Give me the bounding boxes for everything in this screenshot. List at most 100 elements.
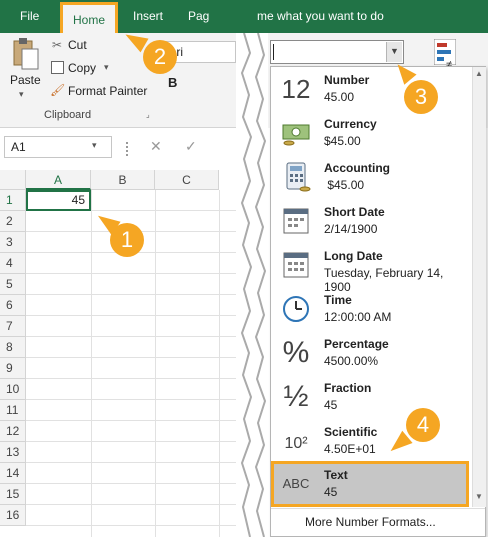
paste-icon[interactable] (10, 37, 40, 71)
row-header[interactable]: 16 (0, 505, 26, 526)
row-header[interactable]: 4 (0, 253, 26, 274)
column-header-b[interactable]: B (91, 170, 155, 190)
column-header-c[interactable]: C (155, 170, 219, 190)
format-sample: 12:00:00 AM (324, 310, 392, 324)
scroll-up-icon[interactable]: ▲ (475, 69, 483, 78)
copy-dropdown-chevron-icon[interactable]: ▾ (104, 62, 109, 73)
number-format-combobox[interactable] (270, 40, 404, 64)
text-abc-icon: ABC (282, 476, 310, 491)
percent-icon: % (282, 336, 310, 369)
torn-edge-divider (236, 32, 270, 537)
grid-line (26, 336, 240, 337)
short-date-icon (279, 205, 313, 237)
grid-line (26, 315, 240, 316)
row-header[interactable]: 12 (0, 421, 26, 442)
cancel-icon[interactable]: ✕ (150, 138, 162, 155)
formula-splitter[interactable] (126, 142, 128, 156)
scroll-down-icon[interactable]: ▼ (475, 492, 483, 501)
row-header[interactable]: 13 (0, 442, 26, 463)
row-header[interactable]: 11 (0, 400, 26, 421)
grid-line (26, 357, 240, 358)
bold-button[interactable]: B (168, 75, 177, 90)
cut-icon: ✂ (52, 38, 63, 52)
accounting-icon (279, 161, 313, 193)
format-sample: 45.00 (324, 90, 355, 104)
format-item-currency[interactable]: Currency $45.00 (271, 111, 467, 155)
cut-button[interactable]: Cut (68, 38, 87, 52)
row-header[interactable]: 5 (0, 274, 26, 295)
row-header[interactable]: 14 (0, 463, 26, 484)
grid-line (26, 273, 240, 274)
grid-line (219, 190, 220, 537)
paste-button[interactable]: Paste (10, 73, 41, 87)
select-all-corner[interactable] (0, 170, 26, 190)
copy-button[interactable]: Copy (68, 61, 96, 75)
format-sample: 45 (324, 485, 338, 499)
tab-home[interactable]: Home (60, 2, 119, 33)
format-item-short-date[interactable]: Short Date 2/14/1900 (271, 199, 467, 243)
format-item-long-date[interactable]: Long Date Tuesday, February 14, 1900 (271, 243, 467, 294)
screenshot: { "tabs": { "file": "File", "home": "Hom… (0, 0, 488, 537)
row-header[interactable]: 15 (0, 484, 26, 505)
tab-insert[interactable]: Insert (133, 0, 163, 33)
grid-line (26, 441, 240, 442)
tab-page-layout[interactable]: Pag (188, 0, 209, 33)
long-date-icon (279, 249, 313, 281)
tell-me-box[interactable]: me what you want to do (257, 0, 384, 33)
paste-dropdown-chevron-icon[interactable]: ▾ (19, 89, 24, 100)
row-header[interactable]: 3 (0, 232, 26, 253)
tab-file[interactable]: File (20, 0, 39, 33)
row-header[interactable]: 9 (0, 358, 26, 379)
row-header[interactable]: 1 (0, 190, 26, 211)
clipboard-launcher-icon[interactable]: ⌟ (146, 110, 150, 119)
format-name: Accounting (324, 161, 390, 175)
cell-a1[interactable]: 45 (26, 190, 91, 211)
format-item-number[interactable]: 12 Number 45.00 (271, 67, 467, 111)
format-item-percentage[interactable]: % Percentage 4500.00% (271, 331, 467, 375)
dropdown-scrollbar[interactable]: ▲ ▼ (472, 67, 486, 507)
number-icon: 12 (281, 74, 311, 104)
row-header[interactable]: 7 (0, 316, 26, 337)
clipboard-group-label: Clipboard (44, 109, 92, 121)
format-sample: $45.00 (324, 178, 365, 192)
format-name: Percentage (324, 337, 389, 351)
format-item-time[interactable]: Time 12:00:00 AM (271, 287, 467, 331)
number-format-dropdown: 12 Number 45.00 Currency $45.00 Accounti… (270, 66, 486, 537)
number-format-dropdown-arrow-icon[interactable]: ▼ (386, 42, 402, 62)
grid-line (26, 294, 240, 295)
grid-line (26, 399, 240, 400)
format-painter-button[interactable]: Format Painter (68, 84, 147, 98)
namebox-chevron-icon[interactable]: ▾ (92, 140, 97, 151)
row-header[interactable]: 8 (0, 337, 26, 358)
callout-4: 4 (406, 408, 440, 442)
grid-line (26, 483, 240, 484)
format-name: Currency (324, 117, 377, 131)
format-item-text[interactable]: ABC Text 45 (271, 461, 469, 507)
format-name: Scientific (324, 425, 378, 439)
format-sample: 4500.00% (324, 354, 379, 368)
format-sample: 2/14/1900 (324, 222, 378, 236)
format-name: Text (324, 468, 348, 482)
more-number-formats-link[interactable]: More Number Formats... (305, 515, 436, 529)
column-header-a[interactable]: A (26, 170, 91, 190)
ribbon-tab-bar: File Home Insert Pag me what you want to… (0, 0, 488, 33)
grid-line (26, 504, 240, 505)
conditional-formatting-icon[interactable] (433, 38, 457, 66)
copy-icon (51, 61, 64, 74)
grid-line (26, 525, 240, 526)
row-header[interactable]: 10 (0, 379, 26, 400)
enter-check-icon[interactable]: ✓ (185, 138, 197, 155)
format-sample: 4.50E+01 (324, 442, 376, 456)
row-header[interactable]: 6 (0, 295, 26, 316)
scientific-icon: 10² (284, 435, 308, 452)
currency-icon (279, 117, 313, 149)
callout-2: 2 (143, 40, 177, 74)
callout-3: 3 (404, 80, 438, 114)
format-item-accounting[interactable]: Accounting $45.00 (271, 155, 467, 199)
grid-line (26, 378, 240, 379)
row-header[interactable]: 2 (0, 211, 26, 232)
text-cursor (273, 44, 274, 60)
format-item-fraction[interactable]: ½ Fraction 45 (271, 375, 467, 419)
grid-line (26, 420, 240, 421)
format-sample: $45.00 (324, 134, 361, 148)
